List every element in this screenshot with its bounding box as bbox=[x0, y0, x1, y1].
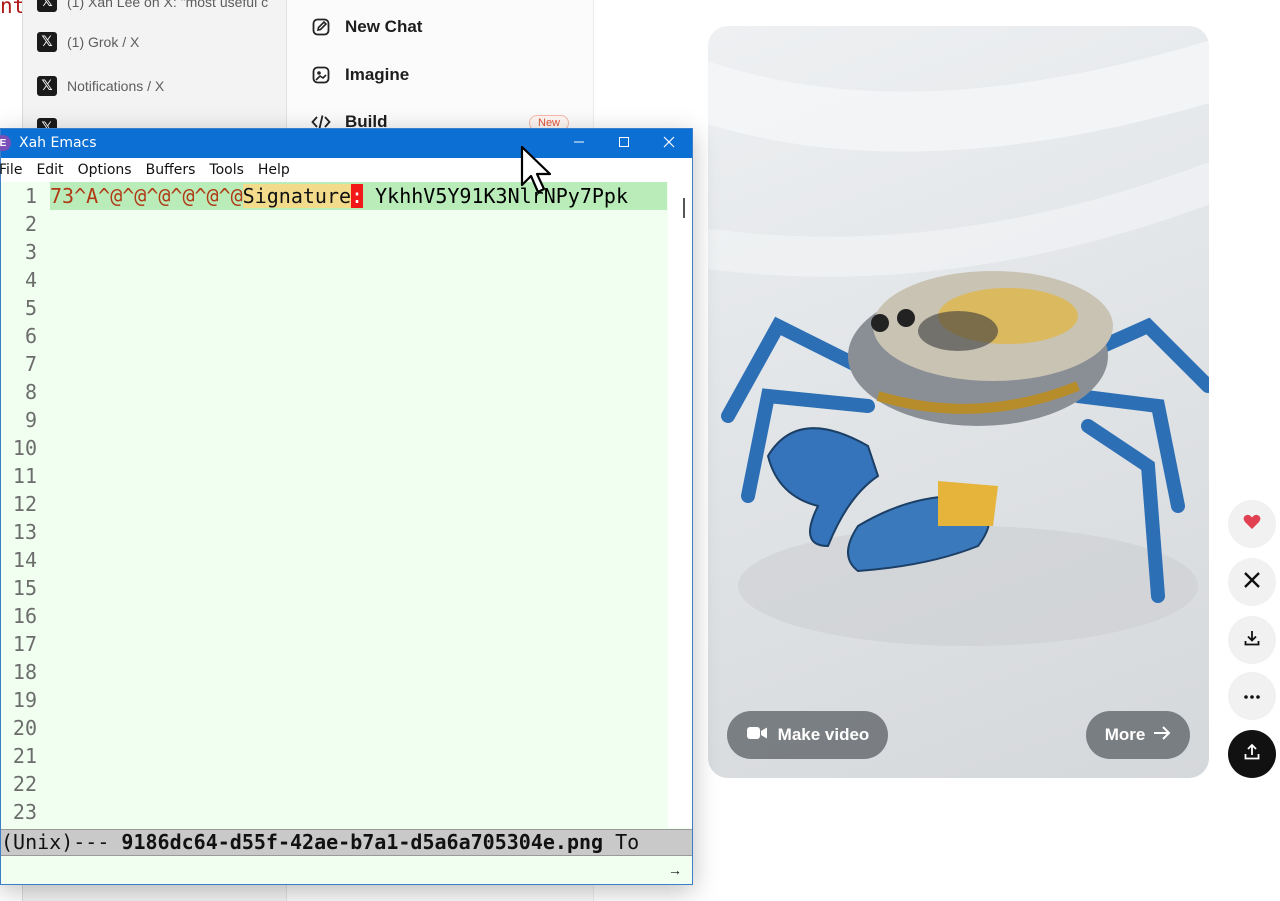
close-button[interactable] bbox=[646, 129, 692, 158]
minibuffer[interactable]: → bbox=[1, 856, 692, 884]
line-number: 8 bbox=[24, 380, 37, 404]
imagine-button[interactable]: Imagine bbox=[311, 65, 571, 85]
line-number: 19 bbox=[12, 688, 37, 712]
tab-title: (1) Grok / X bbox=[67, 34, 140, 50]
control-characters: ^A^@^@^@^@^@^@ bbox=[74, 184, 243, 208]
scrollbar-thumb[interactable] bbox=[683, 198, 685, 218]
code-line-1[interactable]: 73^A^@^@^@^@^@^@Signature: YkhhV5Y91K3Nl… bbox=[50, 182, 667, 210]
more-label: More bbox=[1104, 725, 1146, 744]
window-title: Xah Emacs bbox=[19, 135, 97, 151]
menu-options[interactable]: Options bbox=[71, 162, 139, 178]
line-number: 12 bbox=[12, 492, 37, 516]
video-camera-icon bbox=[746, 725, 768, 746]
make-video-label: Make video bbox=[777, 725, 870, 744]
more-options-button[interactable] bbox=[1228, 672, 1276, 720]
imagine-icon bbox=[311, 65, 331, 85]
minimize-icon bbox=[573, 135, 585, 153]
line-number: 15 bbox=[12, 576, 37, 600]
x-logo-icon: 𝕏 bbox=[37, 0, 57, 12]
line-number: 9 bbox=[24, 408, 37, 432]
browser-tab[interactable]: 𝕏 (1) Grok / X bbox=[37, 30, 277, 54]
line-number: 4 bbox=[24, 268, 37, 292]
browser-tab[interactable]: 𝕏 Notifications / X bbox=[37, 74, 277, 98]
like-button[interactable] bbox=[1228, 500, 1276, 548]
line-number: 6 bbox=[24, 324, 37, 348]
more-button[interactable]: More bbox=[1086, 711, 1190, 759]
line-number: 3 bbox=[24, 240, 37, 264]
browser-tab[interactable]: 𝕏 (1) Xah Lee on X: "most useful c bbox=[37, 0, 277, 14]
mouse-pointer-icon bbox=[520, 145, 552, 194]
menu-buffers[interactable]: Buffers bbox=[139, 162, 203, 178]
edit-icon bbox=[311, 17, 331, 37]
tab-title: (1) Xah Lee on X: "most useful c bbox=[67, 0, 269, 10]
minimize-button[interactable] bbox=[556, 129, 602, 158]
line-number: 5 bbox=[24, 296, 37, 320]
emacs-window[interactable]: E Xah Emacs File Edit Options Buffers To… bbox=[0, 128, 693, 885]
download-button[interactable] bbox=[1228, 616, 1276, 664]
minibuffer-arrow-icon: → bbox=[668, 862, 682, 878]
line-number: 1 bbox=[24, 184, 37, 208]
line-number: 13 bbox=[12, 520, 37, 544]
x-logo-icon: 𝕏 bbox=[37, 76, 57, 96]
upload-icon bbox=[1243, 743, 1261, 766]
line-number: 20 bbox=[12, 716, 37, 740]
nav-label: New Chat bbox=[345, 17, 423, 36]
maximize-icon bbox=[618, 135, 630, 153]
signature-value: YkhhV5Y91K3NlrNPy7Ppk bbox=[363, 184, 628, 208]
emacs-logo-icon: E bbox=[0, 135, 11, 151]
new-chat-button[interactable]: New Chat bbox=[311, 17, 571, 37]
menu-edit[interactable]: Edit bbox=[29, 162, 70, 178]
more-dots-icon bbox=[1243, 687, 1261, 705]
heart-icon bbox=[1243, 514, 1261, 535]
code-prefix: 73 bbox=[50, 184, 75, 208]
line-number: 2 bbox=[24, 212, 37, 236]
line-number: 17 bbox=[12, 632, 37, 656]
tab-title: Notifications / X bbox=[67, 78, 165, 94]
highlighted-colon: : bbox=[351, 184, 364, 208]
share-upload-button[interactable] bbox=[1228, 730, 1276, 778]
line-number: 21 bbox=[12, 744, 37, 768]
menu-tools[interactable]: Tools bbox=[202, 162, 251, 178]
download-icon bbox=[1243, 629, 1261, 652]
line-number: 23 bbox=[12, 800, 37, 824]
modeline-filename: 9186dc64-d55f-42ae-b7a1-d5a6a705304e.png bbox=[121, 830, 604, 854]
menu-help[interactable]: Help bbox=[251, 162, 297, 178]
window-titlebar[interactable]: E Xah Emacs bbox=[0, 129, 692, 158]
editor-buffer[interactable]: 1 2 3 4 5 6 7 8 9 10 11 12 13 14 15 16 17 18 19 20 21 22 23 73… bbox=[1, 182, 667, 828]
line-number: 22 bbox=[12, 772, 37, 796]
generated-image-card[interactable]: Make video More bbox=[708, 26, 1209, 778]
modeline-position: To bbox=[603, 830, 640, 854]
nav-label: Imagine bbox=[345, 65, 410, 84]
line-number: 11 bbox=[12, 464, 37, 488]
make-video-button[interactable]: Make video bbox=[727, 711, 888, 759]
maximize-button[interactable] bbox=[601, 129, 647, 158]
vertical-scrollbar[interactable] bbox=[668, 182, 692, 828]
line-number: 14 bbox=[12, 548, 37, 572]
menu-bar: File Edit Options Buffers Tools Help bbox=[0, 158, 692, 182]
share-on-x-button[interactable] bbox=[1228, 558, 1276, 606]
menu-file[interactable]: File bbox=[0, 162, 29, 178]
crab-image bbox=[708, 40, 1209, 646]
line-number-gutter: 1 2 3 4 5 6 7 8 9 10 11 12 13 14 15 16 17 18 19 20 21 22 23 bbox=[1, 182, 45, 828]
line-number: 16 bbox=[12, 604, 37, 628]
line-number: 18 bbox=[12, 660, 37, 684]
line-number: 7 bbox=[24, 352, 37, 376]
signature-keyword: Signature bbox=[242, 184, 352, 208]
x-logo-icon: 𝕏 bbox=[37, 32, 57, 52]
arrow-right-icon bbox=[1153, 725, 1171, 746]
line-number: 10 bbox=[12, 436, 37, 460]
modeline-encoding: (Unix)--- bbox=[1, 830, 122, 854]
x-share-icon bbox=[1243, 571, 1261, 594]
mode-line: (Unix)--- 9186dc64-d55f-42ae-b7a1-d5a6a7… bbox=[1, 829, 692, 856]
close-icon bbox=[663, 135, 675, 153]
